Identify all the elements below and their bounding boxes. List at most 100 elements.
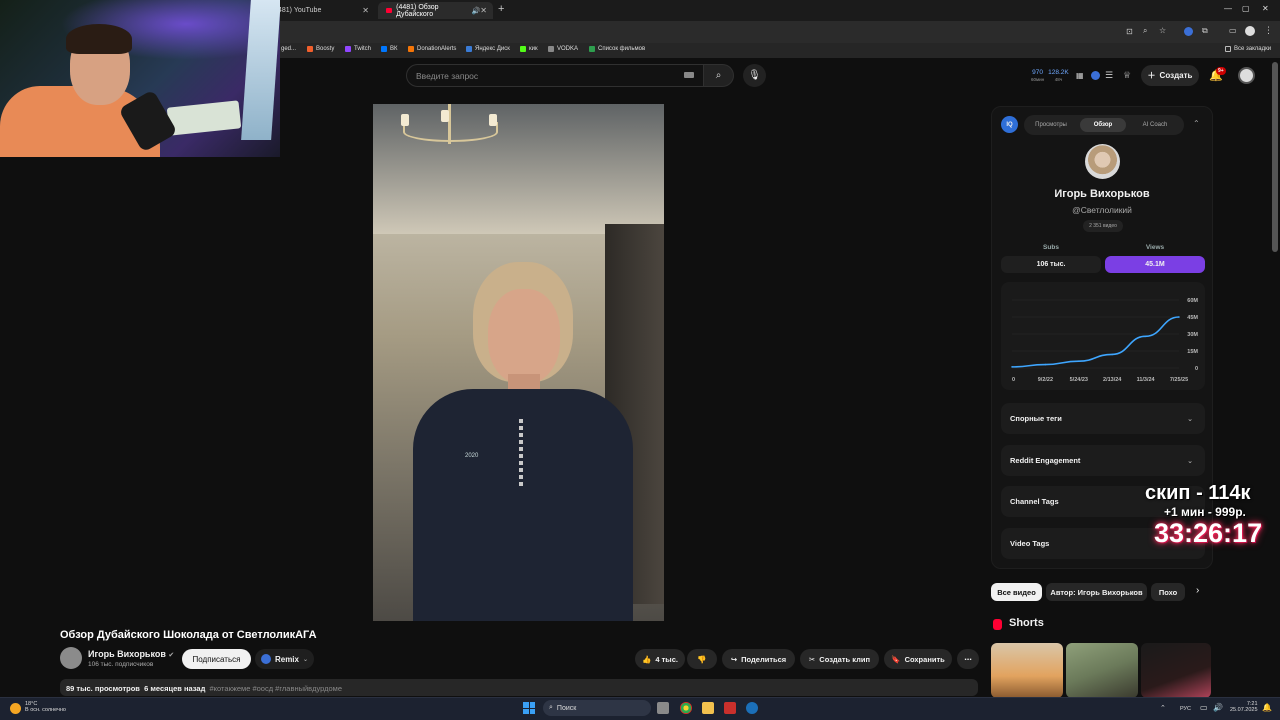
x-tick-label: 2/13/24 bbox=[1103, 377, 1122, 383]
accordion-reddit-engagement[interactable]: Reddit Engagement ⌄ bbox=[1001, 445, 1205, 476]
save-button[interactable]: 🔖 Сохранить bbox=[884, 649, 952, 669]
new-tab-button[interactable]: + bbox=[498, 3, 504, 15]
bookmark-item[interactable]: Twitch bbox=[345, 46, 371, 52]
more-icon: ⋯ bbox=[964, 654, 972, 664]
speaker-icon[interactable]: 🔊 bbox=[472, 7, 481, 15]
shorts-heading: Shorts bbox=[1009, 617, 1044, 629]
video-player[interactable]: 2020 bbox=[373, 104, 664, 621]
puzzle-icon[interactable]: ⧉ bbox=[1202, 26, 1208, 36]
chip-all-videos[interactable]: Все видео bbox=[991, 583, 1042, 601]
chrome-icon[interactable] bbox=[680, 702, 692, 714]
overlay-minute-price: +1 мин - 999р. bbox=[1164, 505, 1246, 519]
clock[interactable]: 7:21 25.07.2025 bbox=[1230, 701, 1258, 713]
channel-avatar[interactable] bbox=[60, 647, 82, 669]
tab-title: 481) YouTube bbox=[278, 7, 322, 14]
install-icon[interactable]: ⊡ bbox=[1126, 27, 1133, 36]
file-explorer-icon[interactable] bbox=[702, 702, 714, 714]
short-thumbnail[interactable] bbox=[1066, 643, 1138, 698]
profile-icon[interactable] bbox=[1245, 26, 1255, 36]
voice-search-button[interactable]: 🎙 bbox=[743, 64, 766, 87]
donationalerts-icon bbox=[408, 46, 414, 52]
data-point bbox=[1078, 360, 1080, 362]
extension-icon[interactable] bbox=[1184, 27, 1193, 36]
remix-icon bbox=[260, 654, 271, 664]
tab-overview[interactable]: Обзор bbox=[1080, 118, 1126, 132]
zoom-icon[interactable]: ⌕ bbox=[1143, 26, 1147, 36]
taskbar-search[interactable]: ⌕ Поиск bbox=[543, 700, 651, 716]
browser-tab-youtube[interactable]: 481) YouTube ✕ bbox=[270, 2, 375, 19]
bookmark-item[interactable]: кик bbox=[520, 46, 538, 52]
tab-views[interactable]: Просмотры bbox=[1026, 118, 1076, 132]
bookmark-item[interactable]: Яндекс Диск bbox=[466, 46, 510, 52]
browser-tab-video[interactable]: (4481) Обзор Дубайского 🔊 ✕ bbox=[378, 2, 493, 19]
network-icon[interactable]: ▭ bbox=[1200, 703, 1208, 712]
x-tick-label: 5/24/23 bbox=[1070, 377, 1088, 383]
subscribe-button[interactable]: Подписаться bbox=[182, 649, 251, 669]
description-box[interactable]: 89 тыс. просмотров 6 месяцев назад #кота… bbox=[60, 679, 978, 696]
account-avatar[interactable] bbox=[1238, 67, 1255, 84]
film-list-icon bbox=[589, 46, 595, 52]
views-toggle[interactable]: 45.1M bbox=[1105, 256, 1205, 273]
cast-icon[interactable]: ▭ bbox=[1229, 26, 1237, 35]
bookmark-item[interactable]: ВК bbox=[381, 46, 398, 52]
all-bookmarks[interactable]: Все закладки bbox=[1225, 46, 1271, 52]
weather-widget[interactable]: 18°C В осн. солнечно bbox=[25, 701, 66, 713]
y-tick-label: 60M bbox=[1187, 298, 1198, 304]
bookmark-item[interactable]: Boosty bbox=[307, 46, 334, 52]
windows-start-icon[interactable] bbox=[523, 702, 535, 714]
search-icon: ⌕ bbox=[715, 70, 722, 81]
tab-ai-coach[interactable]: AI Coach bbox=[1130, 118, 1180, 132]
remix-button[interactable]: Remix ⌄ bbox=[255, 649, 314, 669]
bookmark-item[interactable]: Список фильмов bbox=[589, 46, 645, 52]
chevron-right-icon[interactable]: › bbox=[1196, 585, 1199, 596]
volume-icon[interactable]: 🔊 bbox=[1213, 703, 1223, 712]
app-icon[interactable] bbox=[724, 702, 736, 714]
create-button[interactable]: ＋ Создать bbox=[1141, 65, 1199, 86]
more-actions-button[interactable]: ⋯ bbox=[957, 649, 979, 669]
star-icon[interactable]: ☆ bbox=[1159, 26, 1166, 35]
verified-icon: ✔ bbox=[168, 652, 175, 659]
menu-dots-icon[interactable]: ⋮ bbox=[1264, 25, 1273, 36]
list-icon[interactable]: ☰ bbox=[1105, 70, 1113, 81]
grid-icon[interactable]: ▦ bbox=[1076, 71, 1084, 80]
search-button[interactable]: ⌕ bbox=[703, 64, 734, 87]
bookmark-item[interactable]: ged... bbox=[281, 46, 296, 52]
tab-close-icon[interactable]: ✕ bbox=[362, 6, 369, 15]
task-view-icon[interactable] bbox=[657, 702, 669, 714]
close-window-icon[interactable]: ✕ bbox=[1262, 4, 1269, 13]
notification-badge: 9+ bbox=[1216, 67, 1226, 75]
minimize-icon[interactable]: — bbox=[1224, 4, 1232, 13]
chip-similar[interactable]: Похо bbox=[1151, 583, 1185, 601]
chip-author[interactable]: Автор: Игорь Вихорьков bbox=[1046, 583, 1147, 601]
chevron-up-icon[interactable]: ⌃ bbox=[1160, 704, 1166, 712]
like-button[interactable]: 👍 4 тыс. bbox=[635, 649, 685, 669]
maximize-icon[interactable]: ▢ bbox=[1242, 4, 1250, 13]
bookmark-item[interactable]: DonationAlerts bbox=[408, 46, 456, 52]
clip-button[interactable]: ✂ Создать клип bbox=[800, 649, 879, 669]
accordion-controversial-tags[interactable]: Спорные теги ⌄ bbox=[1001, 403, 1205, 434]
growth-chart-svg: 0 15M 30M 45M 60M 0 9/2/22 5/24/23 2/13/24 11/3/2… bbox=[1011, 298, 1198, 383]
keyboard-icon[interactable] bbox=[684, 72, 694, 78]
bookmark-item[interactable]: VODKA bbox=[548, 46, 578, 52]
tab-close-icon[interactable]: ✕ bbox=[480, 6, 487, 15]
microphone-icon: 🎙 bbox=[748, 70, 761, 81]
keyboard-shape bbox=[166, 100, 242, 136]
share-button[interactable]: ↪ Поделиться bbox=[722, 649, 795, 669]
channel-name[interactable]: Игорь Вихорьков ✔ bbox=[88, 649, 174, 659]
notification-center-icon[interactable]: 🔔 bbox=[1262, 703, 1272, 712]
short-thumbnail[interactable] bbox=[991, 643, 1063, 698]
overlay-skip-price: скип - 114к bbox=[1145, 482, 1251, 504]
y-tick-label: 30M bbox=[1187, 332, 1198, 338]
twitch-icon bbox=[345, 46, 351, 52]
chevron-up-icon[interactable]: ⌃ bbox=[1193, 119, 1200, 128]
subs-toggle[interactable]: 106 тыс. bbox=[1001, 256, 1101, 273]
search-input[interactable]: Введите запрос bbox=[406, 64, 704, 87]
page-scrollbar[interactable] bbox=[1272, 62, 1278, 252]
boosty-icon bbox=[307, 46, 313, 52]
language-indicator[interactable]: РУС bbox=[1180, 706, 1191, 712]
dislike-button[interactable]: 👎 bbox=[687, 649, 717, 669]
short-thumbnail[interactable] bbox=[1141, 643, 1211, 698]
iq-extension-icon[interactable] bbox=[1091, 71, 1100, 80]
telegram-icon[interactable] bbox=[746, 702, 758, 714]
trophy-icon[interactable]: ♕ bbox=[1123, 70, 1131, 81]
